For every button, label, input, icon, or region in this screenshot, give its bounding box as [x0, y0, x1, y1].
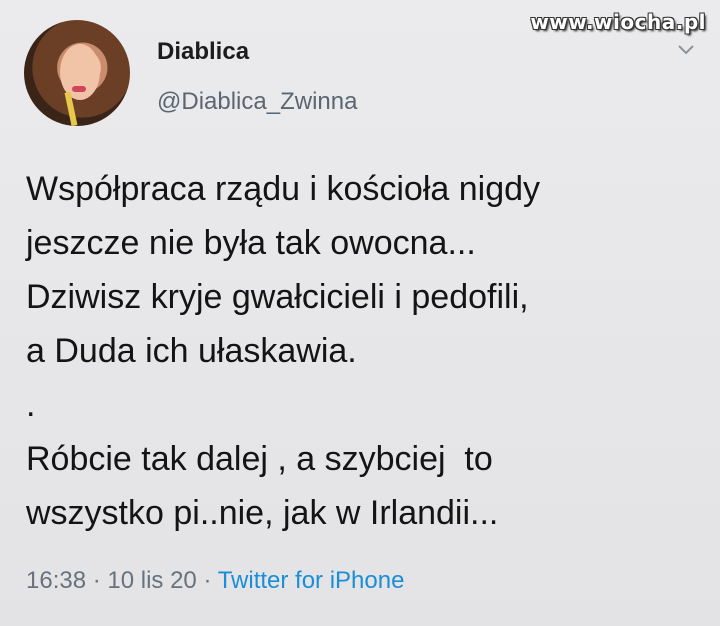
tweet-line: jeszcze nie była tak owocna...	[26, 224, 476, 262]
tweet-line: Współpraca rządu i kościoła nigdy	[26, 170, 541, 208]
tweet-text: Współpraca rządu i kościoła nigdy jeszcz…	[26, 162, 706, 540]
tweet-line: wszystko pi..nie, jak w Irlandii...	[26, 494, 499, 532]
avatar-lips	[72, 86, 86, 92]
meta-separator: ·	[196, 567, 218, 594]
tweet-date[interactable]: 10 lis 20	[107, 567, 196, 594]
watermark: www.wiocha.pl	[530, 10, 706, 34]
chevron-down-icon[interactable]	[676, 40, 696, 60]
tweet-line: .	[26, 386, 36, 424]
tweet-line: Róbcie tak dalej , a szybciej to	[26, 440, 493, 478]
tweet-source-link[interactable]: Twitter for iPhone	[218, 567, 405, 594]
user-handle[interactable]: @Diablica_Zwinna	[157, 88, 357, 116]
tweet-line: Dziwisz kryje gwałcicieli i pedofili,	[26, 278, 529, 316]
avatar[interactable]	[24, 20, 130, 126]
tweet-meta: 16:38 · 10 lis 20 · Twitter for iPhone	[26, 567, 404, 595]
tweet-card: www.wiocha.pl Diablica @Diablica_Zwinna …	[0, 0, 720, 626]
display-name[interactable]: Diablica	[157, 38, 249, 66]
tweet-line: a Duda ich ułaskawia.	[26, 332, 357, 370]
meta-separator: ·	[86, 567, 108, 594]
tweet-time[interactable]: 16:38	[26, 567, 86, 594]
